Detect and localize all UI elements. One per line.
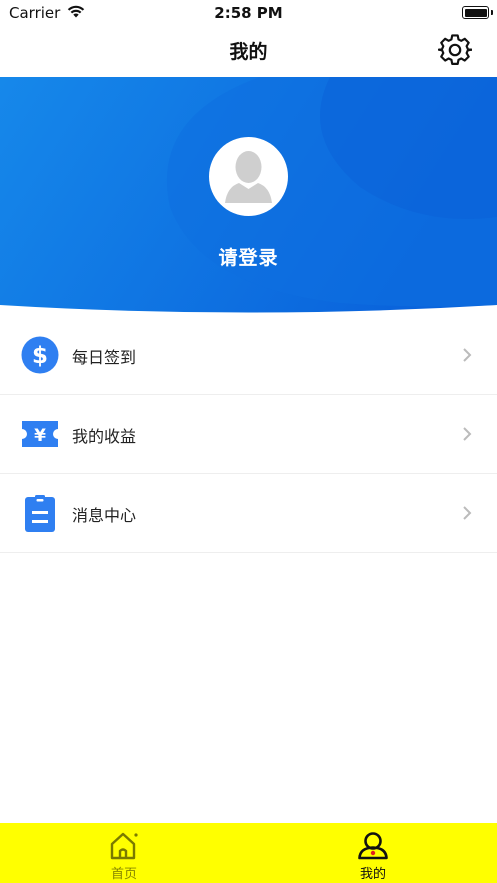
- login-prompt[interactable]: 请登录: [0, 243, 497, 270]
- menu-item-daily-checkin[interactable]: $ 每日签到: [0, 316, 497, 395]
- home-icon: [108, 831, 140, 861]
- menu-item-my-earnings[interactable]: ¥ 我的收益: [0, 395, 497, 474]
- menu-list: $ 每日签到 ¥ 我的收益 消息中心: [0, 316, 497, 553]
- status-time: 2:58 PM: [214, 4, 283, 22]
- chevron-right-icon: [463, 427, 472, 441]
- page-title: 我的: [229, 41, 268, 63]
- clipboard-icon: [21, 494, 59, 532]
- tab-label: 我的: [359, 867, 386, 882]
- settings-button[interactable]: [437, 33, 473, 67]
- nav-bar: 我的: [0, 26, 497, 77]
- dollar-coin-icon: $: [21, 336, 59, 374]
- chevron-right-icon: [463, 506, 472, 520]
- tab-label: 首页: [110, 867, 137, 882]
- avatar[interactable]: [209, 137, 288, 216]
- battery-icon: [462, 6, 489, 19]
- status-bar: Carrier 2:58 PM: [0, 0, 497, 26]
- menu-item-label: 每日签到: [72, 348, 137, 367]
- battery-tip: [491, 10, 493, 15]
- profile-header: 请登录: [0, 77, 497, 317]
- menu-item-message-center[interactable]: 消息中心: [0, 474, 497, 553]
- svg-text:¥: ¥: [34, 426, 46, 446]
- chevron-right-icon: [463, 348, 472, 362]
- user-icon: [357, 831, 389, 861]
- default-avatar-icon: [225, 151, 272, 203]
- menu-item-label: 消息中心: [72, 506, 137, 525]
- tab-mine[interactable]: 我的: [249, 823, 497, 883]
- tab-bar: 首页 我的: [0, 823, 497, 883]
- gear-icon: [437, 34, 473, 65]
- yuan-ticket-icon: ¥: [21, 415, 59, 453]
- svg-text:$: $: [32, 343, 48, 369]
- menu-item-label: 我的收益: [72, 427, 137, 446]
- tab-home[interactable]: 首页: [0, 823, 248, 883]
